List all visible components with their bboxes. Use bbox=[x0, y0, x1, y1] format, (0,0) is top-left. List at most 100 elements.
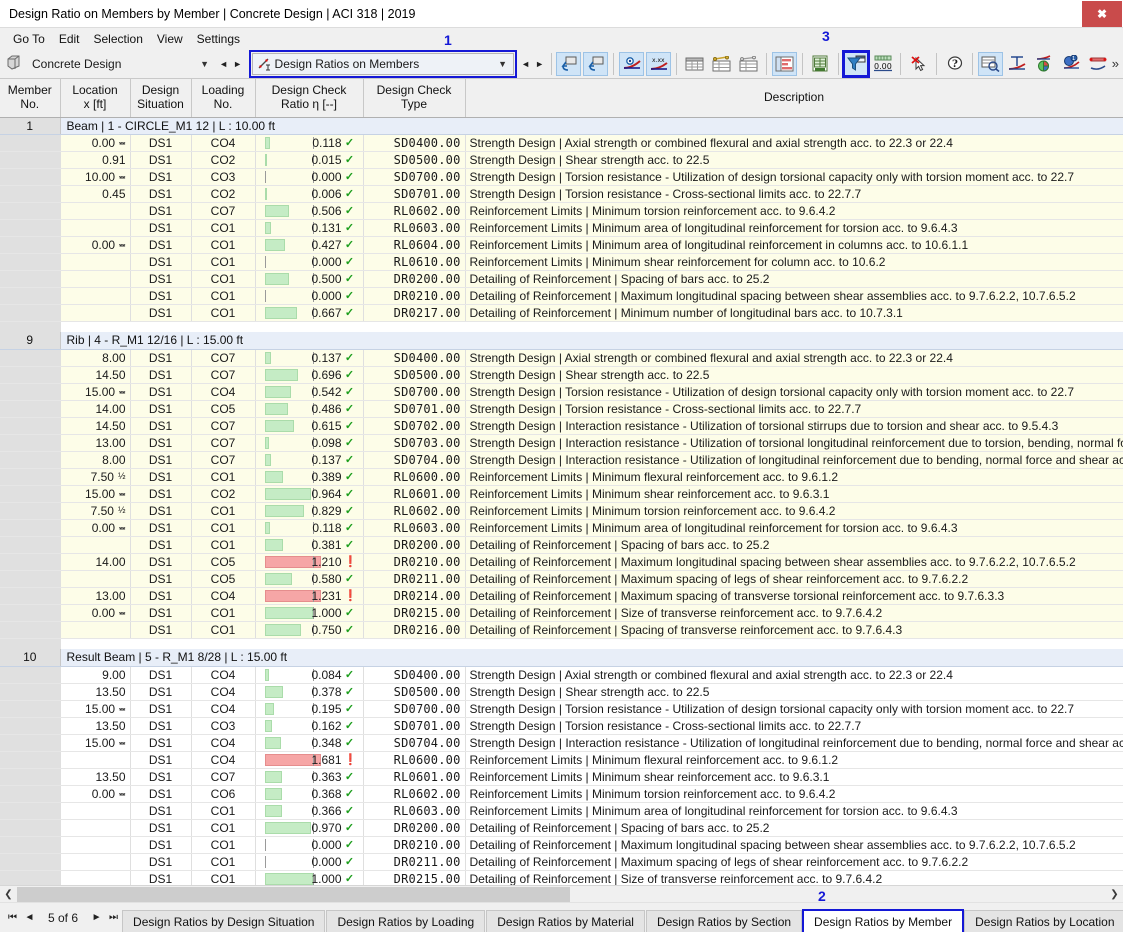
cell-design-situation[interactable]: DS1 bbox=[130, 502, 192, 520]
cell-description[interactable]: Strength Design | Torsion resistance - C… bbox=[465, 717, 1123, 735]
cell-design-check-ratio[interactable]: 0.615 ✓ bbox=[255, 417, 364, 435]
cell-description[interactable]: Strength Design | Axial strength or comb… bbox=[465, 134, 1123, 152]
cell-location[interactable]: 15.00 ⏕ bbox=[60, 485, 131, 503]
cell-design-situation[interactable]: DS1 bbox=[130, 383, 192, 401]
cell-design-check-ratio[interactable]: 0.506 ✓ bbox=[255, 202, 364, 220]
table-row[interactable]: 0.00 ⏕ DS1 CO1 0.118 ✓ RL0603.00 Reinforcement … bbox=[0, 519, 1123, 537]
cell-description[interactable]: Reinforcement Limits | Minimum shear rei… bbox=[465, 485, 1123, 503]
cell-location[interactable] bbox=[60, 853, 131, 871]
design-ratio-member-icon[interactable]: 1 bbox=[1059, 52, 1084, 76]
cell-description[interactable]: Detailing of Reinforcement | Maximum spa… bbox=[465, 587, 1123, 605]
last-page-button[interactable]: ⏭ bbox=[105, 907, 122, 929]
table-row[interactable]: 14.50 DS1 CO7 0.615 ✓ SD0702.00 Strength Desig… bbox=[0, 417, 1123, 435]
cell-loading-no[interactable]: CO4 bbox=[191, 134, 256, 152]
cell-design-situation[interactable]: DS1 bbox=[130, 819, 192, 837]
menu-item-edit[interactable]: Edit bbox=[52, 30, 87, 48]
cell-description[interactable]: Detailing of Reinforcement | Spacing of … bbox=[465, 270, 1123, 288]
cell-design-check-type[interactable]: SD0500.00 bbox=[363, 366, 466, 384]
cell-design-check-ratio[interactable]: 0.162 ✓ bbox=[255, 717, 364, 735]
menu-item-view[interactable]: View bbox=[150, 30, 190, 48]
cell-description[interactable]: Strength Design | Torsion resistance - C… bbox=[465, 400, 1123, 418]
cell-description[interactable]: Detailing of Reinforcement | Size of tra… bbox=[465, 604, 1123, 622]
table-row[interactable]: 14.00 DS1 CO5 0.486 ✓ SD0701.00 Strength Desig… bbox=[0, 400, 1123, 418]
cell-location[interactable]: 0.00 ⏕ bbox=[60, 519, 131, 537]
cell-design-check-type[interactable]: SD0700.00 bbox=[363, 700, 466, 718]
cell-loading-no[interactable]: CO4 bbox=[191, 683, 256, 701]
table-row[interactable]: DS1 CO1 1.000 ✓ DR0215.00 Detailing of Reinfo… bbox=[0, 870, 1123, 885]
cell-loading-no[interactable]: CO1 bbox=[191, 287, 256, 305]
cell-description[interactable]: Detailing of Reinforcement | Maximum spa… bbox=[465, 570, 1123, 588]
header-design-check-ratio[interactable]: Design Check Ratio η [--] bbox=[255, 79, 364, 118]
table-grid-icon[interactable] bbox=[682, 52, 707, 76]
cell-location[interactable] bbox=[60, 253, 131, 271]
decimal-places-icon[interactable]: 0.00 bbox=[870, 52, 895, 76]
cell-location[interactable]: 14.50 bbox=[60, 417, 131, 435]
design-ratio-pie-icon[interactable] bbox=[1032, 52, 1057, 76]
header-design-check-type[interactable]: Design Check Type bbox=[363, 79, 466, 118]
cell-design-check-type[interactable]: SD0500.00 bbox=[363, 151, 466, 169]
cell-design-check-type[interactable]: DR0200.00 bbox=[363, 270, 466, 288]
cell-location[interactable]: 13.50 bbox=[60, 768, 131, 786]
table-row[interactable]: 0.00 ⏕ DS1 CO4 0.118 ✓ SD0400.00 Strength Desig… bbox=[0, 134, 1123, 152]
cell-design-situation[interactable]: DS1 bbox=[130, 717, 192, 735]
cell-design-check-ratio[interactable]: 1.000 ✓ bbox=[255, 604, 364, 622]
cell-design-situation[interactable]: DS1 bbox=[130, 751, 192, 769]
cell-design-situation[interactable]: DS1 bbox=[130, 587, 192, 605]
cell-loading-no[interactable]: CO1 bbox=[191, 604, 256, 622]
cell-design-situation[interactable]: DS1 bbox=[130, 734, 192, 752]
cell-loading-no[interactable]: CO4 bbox=[191, 587, 256, 605]
cell-design-situation[interactable]: DS1 bbox=[130, 768, 192, 786]
cell-design-situation[interactable]: DS1 bbox=[130, 802, 192, 820]
cell-design-check-type[interactable]: DR0211.00 bbox=[363, 570, 466, 588]
cell-design-check-type[interactable]: DR0210.00 bbox=[363, 836, 466, 854]
table-row[interactable]: 0.91 DS1 CO2 0.015 ✓ SD0500.00 Strength Design… bbox=[0, 151, 1123, 169]
cell-description[interactable]: Strength Design | Torsion resistance - C… bbox=[465, 185, 1123, 203]
cell-location[interactable]: 13.50 bbox=[60, 717, 131, 735]
cell-description[interactable]: Strength Design | Axial strength or comb… bbox=[465, 666, 1123, 684]
cell-description[interactable]: Detailing of Reinforcement | Maximum lon… bbox=[465, 553, 1123, 571]
cell-description[interactable]: Reinforcement Limits | Minimum torsion r… bbox=[465, 502, 1123, 520]
cell-design-check-ratio[interactable]: 0.378 ✓ bbox=[255, 683, 364, 701]
cell-design-check-ratio[interactable]: 0.000 ✓ bbox=[255, 287, 364, 305]
cell-location[interactable]: 14.00 bbox=[60, 400, 131, 418]
tab-3[interactable]: Design Ratios by Section bbox=[645, 909, 803, 932]
cell-location[interactable] bbox=[60, 270, 131, 288]
cell-location[interactable]: 13.00 bbox=[60, 434, 131, 452]
show-result-values-icon[interactable] bbox=[619, 51, 645, 76]
cell-location[interactable]: 8.00 bbox=[60, 451, 131, 469]
cell-design-check-ratio[interactable]: 0.696 ✓ bbox=[255, 366, 364, 384]
cell-loading-no[interactable]: CO3 bbox=[191, 717, 256, 735]
cell-location[interactable]: 13.00 bbox=[60, 587, 131, 605]
group-header-row[interactable]: 9 Rib | 4 - R_M1 12/16 | L : 15.00 ft bbox=[0, 332, 1123, 350]
cell-location[interactable]: 0.91 bbox=[60, 151, 131, 169]
cell-design-check-ratio[interactable]: 0.348 ✓ bbox=[255, 734, 364, 752]
cell-description[interactable]: Reinforcement Limits | Minimum shear rei… bbox=[465, 768, 1123, 786]
cell-loading-no[interactable]: CO5 bbox=[191, 570, 256, 588]
cell-design-check-ratio[interactable]: 0.580 ✓ bbox=[255, 570, 364, 588]
cell-design-check-type[interactable]: DR0210.00 bbox=[363, 287, 466, 305]
cell-description[interactable]: Strength Design | Interaction resistance… bbox=[465, 734, 1123, 752]
cell-design-check-type[interactable]: RL0602.00 bbox=[363, 785, 466, 803]
cell-location[interactable] bbox=[60, 287, 131, 305]
table-row[interactable]: DS1 CO1 0.750 ✓ DR0216.00 Detailing of Reinfo… bbox=[0, 621, 1123, 639]
menu-item-settings[interactable]: Settings bbox=[190, 30, 247, 48]
cell-design-situation[interactable]: DS1 bbox=[130, 536, 192, 554]
cell-design-check-ratio[interactable]: 0.000 ✓ bbox=[255, 836, 364, 854]
cell-description[interactable]: Strength Design | Torsion resistance - U… bbox=[465, 168, 1123, 186]
cell-location[interactable]: 0.00 ⏕ bbox=[60, 236, 131, 254]
table-row[interactable]: 14.50 DS1 CO7 0.696 ✓ SD0500.00 Strength Desig… bbox=[0, 366, 1123, 384]
table-row[interactable]: DS1 CO1 0.131 ✓ RL0603.00 Reinforcement Limit… bbox=[0, 219, 1123, 237]
cell-description[interactable]: Reinforcement Limits | Minimum shear rei… bbox=[465, 253, 1123, 271]
table-row[interactable]: DS1 CO1 0.000 ✓ DR0210.00 Detailing of Reinfo… bbox=[0, 836, 1123, 854]
view-next-button[interactable]: ► bbox=[533, 54, 547, 74]
cell-design-check-type[interactable]: DR0217.00 bbox=[363, 304, 466, 322]
cell-loading-no[interactable]: CO1 bbox=[191, 519, 256, 537]
table-row[interactable]: DS1 CO1 0.381 ✓ DR0200.00 Detailing of Reinfo… bbox=[0, 536, 1123, 554]
cell-design-check-ratio[interactable]: 1.210 ❗ bbox=[255, 553, 364, 571]
cell-design-check-ratio[interactable]: 0.964 ✓ bbox=[255, 485, 364, 503]
cell-design-situation[interactable]: DS1 bbox=[130, 366, 192, 384]
cell-design-check-ratio[interactable]: 0.137 ✓ bbox=[255, 349, 364, 367]
cell-design-situation[interactable]: DS1 bbox=[130, 485, 192, 503]
cell-design-check-ratio[interactable]: 0.486 ✓ bbox=[255, 400, 364, 418]
table-row[interactable]: DS1 CO1 0.500 ✓ DR0200.00 Detailing of Reinfo… bbox=[0, 270, 1123, 288]
